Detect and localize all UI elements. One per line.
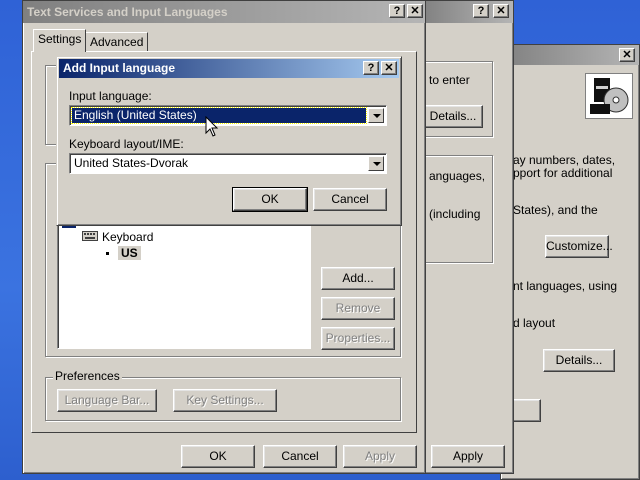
dialog-ok-button[interactable]: OK [232, 187, 308, 212]
customize-button[interactable]: Customize... [545, 235, 613, 258]
middle-text-line-1: to enter [429, 73, 470, 87]
mouse-cursor-icon [205, 115, 219, 138]
keyboard-icon [82, 230, 98, 242]
input-language-label: Input language: [69, 89, 152, 103]
middle-apply-button[interactable]: Apply [431, 445, 505, 468]
close-icon[interactable]: ✕ [619, 48, 635, 62]
regional-details-button[interactable]: Details... [543, 349, 615, 372]
input-language-value: English (United States) [71, 107, 367, 124]
chevron-down-icon[interactable] [368, 156, 384, 171]
keyboard-layout-value: United States-Dvorak [74, 156, 189, 170]
middle-details-button[interactable]: Details... [423, 105, 483, 128]
remove-button[interactable]: Remove [321, 297, 395, 320]
middle-text-line-3: (including [429, 207, 481, 221]
keyboard-layout-label: Keyboard layout/IME: [69, 137, 184, 151]
middle-background-window: ? ✕ to enter Details... anguages, (inclu… [417, 0, 514, 474]
regional-hidden-button[interactable] [511, 399, 541, 422]
text-services-titlebar: Text Services and Input Languages [23, 1, 425, 23]
help-icon[interactable]: ? [389, 4, 405, 18]
tree-item-keyboard[interactable]: Keyboard [102, 230, 153, 244]
close-icon[interactable]: ✕ [381, 61, 397, 75]
key-settings-button[interactable]: Key Settings... [173, 389, 277, 412]
close-icon[interactable]: ✕ [493, 4, 509, 18]
dialog-cancel-button[interactable]: Cancel [313, 188, 387, 211]
tree-item-us[interactable]: US [118, 246, 141, 260]
language-bar-button[interactable]: Language Bar... [57, 389, 157, 412]
help-icon[interactable]: ? [473, 4, 489, 18]
help-icon[interactable]: ? [363, 61, 379, 75]
preferences-label: Preferences [53, 369, 122, 383]
input-language-select[interactable]: English (United States) [69, 105, 387, 126]
regional-text-line-4: nt languages, using [513, 279, 618, 293]
regional-text-line-3: States), and the [513, 203, 598, 217]
regional-text-line-2: pport for additional [513, 166, 613, 180]
apply-button[interactable]: Apply [343, 445, 417, 468]
regional-text-line-1: ay numbers, dates, [513, 153, 616, 167]
tab-advanced[interactable]: Advanced [85, 32, 149, 52]
ok-button[interactable]: OK [181, 445, 255, 468]
bullet-icon [106, 252, 109, 255]
chevron-down-icon[interactable] [368, 108, 384, 123]
dialog-title: Add Input language [63, 61, 175, 75]
add-input-language-dialog: Add Input language ? ✕ Input language: E… [56, 56, 402, 226]
globe-cd-icon [585, 73, 633, 119]
properties-button[interactable]: Properties... [321, 327, 395, 350]
cancel-button[interactable]: Cancel [263, 445, 337, 468]
middle-text-line-2: anguages, [429, 169, 486, 183]
dialog-titlebar: Add Input language [59, 59, 399, 78]
window-title: Text Services and Input Languages [27, 5, 228, 19]
keyboard-layout-select[interactable]: United States-Dvorak [69, 153, 387, 174]
tab-settings[interactable]: Settings [33, 29, 87, 52]
regional-options-window: ✕ ay numbers, dates, pport for additiona… [500, 44, 640, 480]
regional-text-line-5: d layout [513, 316, 556, 330]
add-button[interactable]: Add... [321, 267, 395, 290]
close-icon[interactable]: ✕ [407, 4, 423, 18]
